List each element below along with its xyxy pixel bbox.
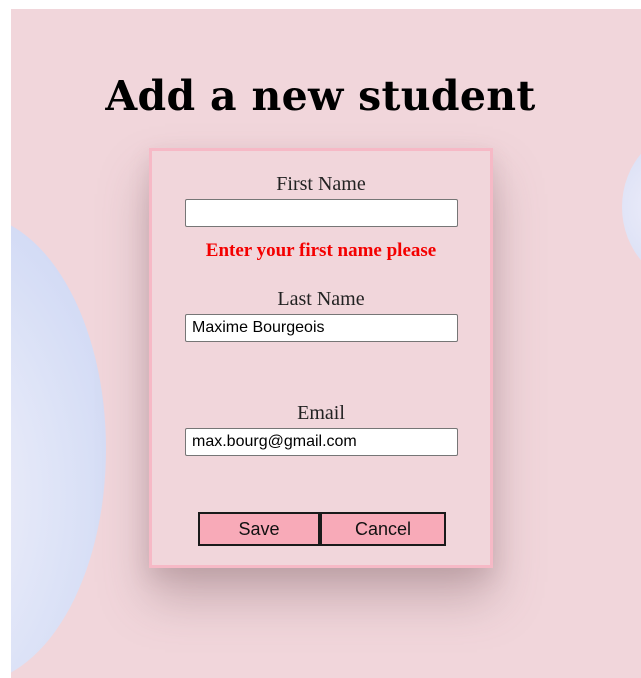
decorative-bubble-left	[11, 214, 106, 678]
add-student-form: First Name Enter your first name please …	[149, 148, 493, 568]
decorative-bubble-right	[622, 127, 641, 287]
first-name-input[interactable]	[185, 199, 458, 227]
first-name-error: Enter your first name please	[205, 240, 437, 261]
last-name-input[interactable]	[185, 314, 458, 342]
page-title: Add a new student	[105, 72, 536, 120]
first-name-label: First Name	[276, 173, 366, 195]
email-label: Email	[297, 402, 345, 424]
email-input[interactable]	[185, 428, 458, 456]
save-button[interactable]: Save	[198, 512, 320, 546]
last-name-label: Last Name	[277, 288, 365, 310]
cancel-button[interactable]: Cancel	[320, 512, 446, 546]
